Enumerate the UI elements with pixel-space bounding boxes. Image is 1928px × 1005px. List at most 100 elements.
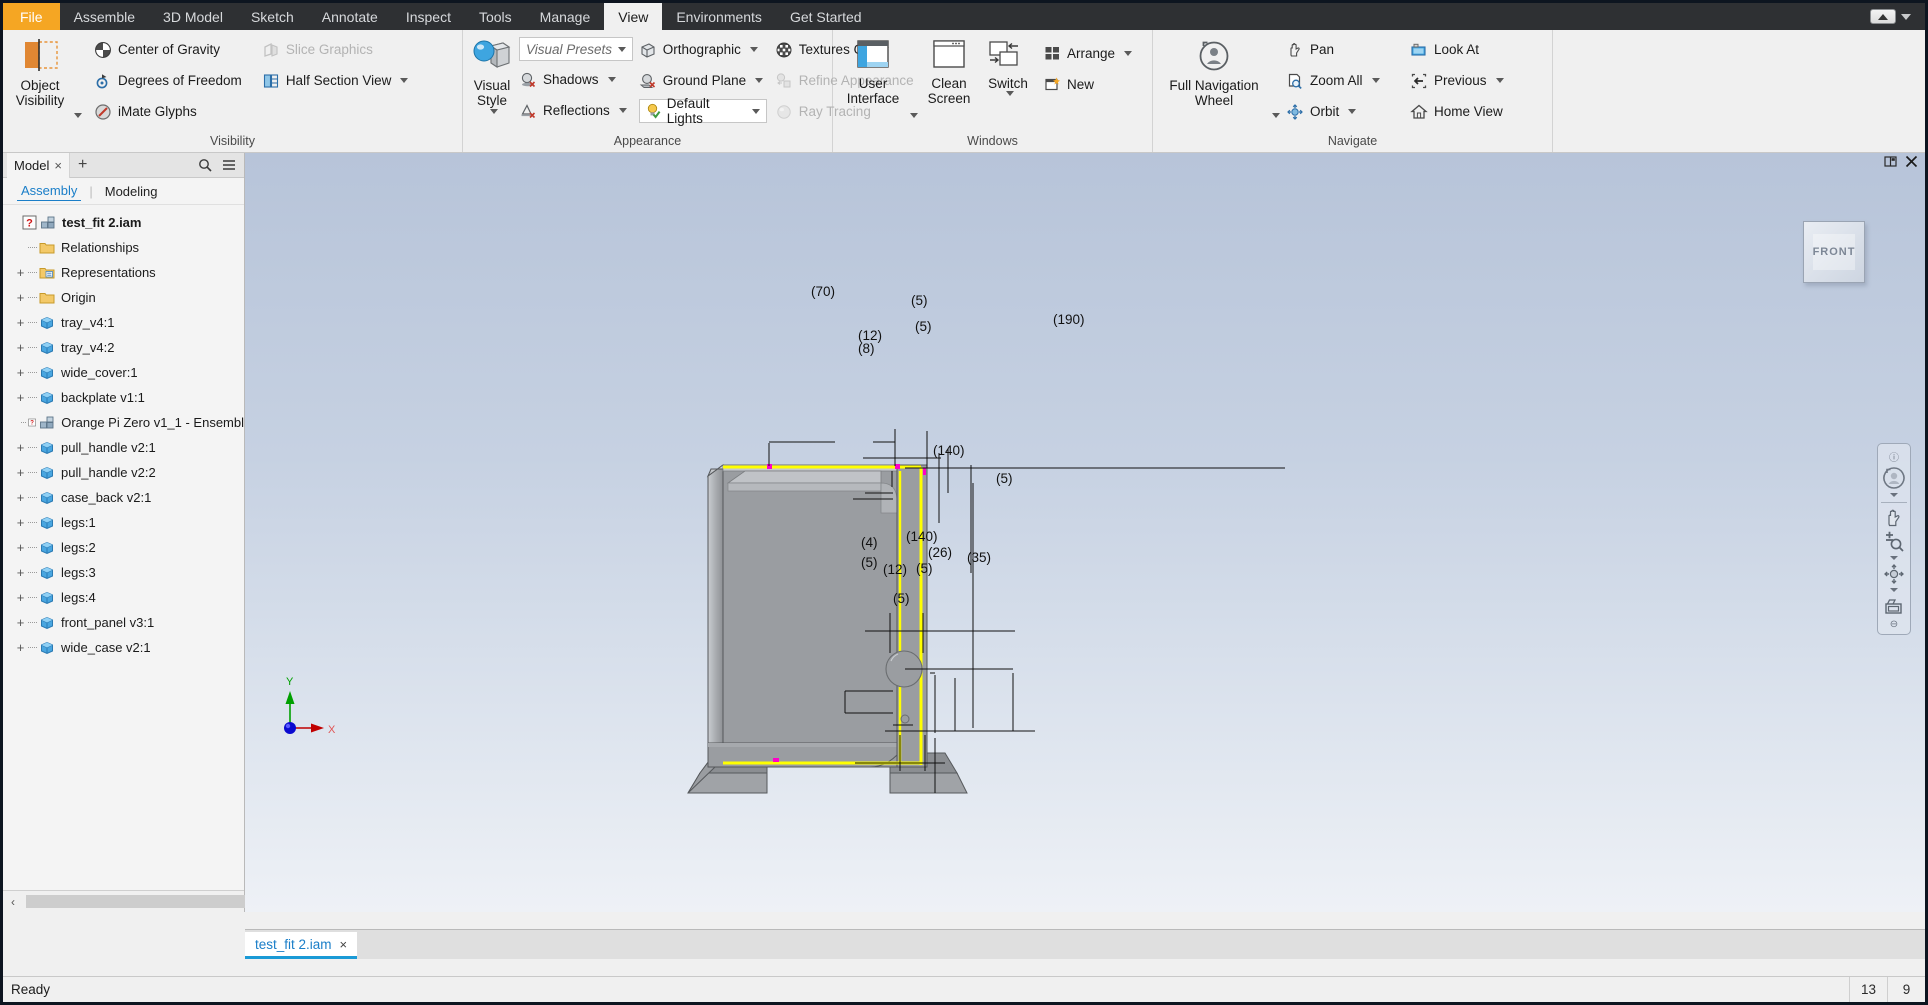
dimension-label[interactable]: (5)	[915, 319, 932, 334]
dimension-label[interactable]: (5)	[996, 471, 1013, 486]
menu-tab-inspect[interactable]: Inspect	[392, 3, 465, 30]
dimension-label[interactable]: (140)	[906, 529, 938, 544]
menu-tab-assemble[interactable]: Assemble	[60, 3, 149, 30]
dimension-label[interactable]: (140)	[933, 443, 965, 458]
half-section-view-button[interactable]: Half Section View	[256, 65, 415, 96]
expand-icon[interactable]: +	[13, 490, 28, 505]
tree-node-case-back-v2-1[interactable]: + case_back v2:1	[3, 485, 244, 510]
menu-tab-3d-model[interactable]: 3D Model	[149, 3, 237, 30]
expand-icon[interactable]: +	[13, 365, 28, 380]
tree-node-wide-cover-1[interactable]: + wide_cover:1	[3, 360, 244, 385]
tree-node-legs-4[interactable]: + legs:4	[3, 585, 244, 610]
qat-restore-button[interactable]	[1870, 9, 1896, 24]
ground-plane-button[interactable]: Ground Plane	[639, 65, 767, 96]
orbit-dropdown-icon[interactable]	[1348, 109, 1357, 114]
expand-icon[interactable]: +	[13, 515, 28, 530]
search-icon[interactable]	[198, 158, 212, 172]
look-at-button[interactable]: Look At	[1410, 34, 1510, 65]
qat-dropdown-icon[interactable]	[1901, 13, 1911, 20]
tree-node-tray-v4-2[interactable]: + tray_v4:2	[3, 335, 244, 360]
document-tab-test-fit[interactable]: test_fit 2.iam ×	[245, 932, 358, 959]
menu-tab-manage[interactable]: Manage	[526, 3, 605, 30]
hamburger-icon[interactable]	[222, 158, 236, 172]
center-of-gravity-button[interactable]: Center of Gravity	[88, 34, 248, 65]
dimension-label[interactable]: (5)	[911, 293, 928, 308]
shadows-button[interactable]: Shadows	[519, 64, 633, 95]
menu-tab-view[interactable]: View	[604, 3, 663, 30]
expand-icon[interactable]: +	[13, 390, 28, 405]
dimension-label[interactable]: (190)	[1053, 312, 1085, 327]
zoom-all-button[interactable]: Zoom All	[1286, 65, 1404, 96]
menu-tab-environments[interactable]: Environments	[662, 3, 776, 30]
ground-plane-dropdown-icon[interactable]	[755, 78, 764, 83]
expand-icon[interactable]: +	[13, 540, 28, 555]
menu-tab-tools[interactable]: Tools	[465, 3, 526, 30]
zoom-all-dropdown-icon[interactable]	[1371, 78, 1380, 83]
dimension-label[interactable]: (5)	[893, 591, 910, 606]
arrange-dropdown-icon[interactable]	[1124, 51, 1133, 56]
tree-node-origin[interactable]: + Origin	[3, 285, 244, 310]
close-icon[interactable]: ×	[340, 937, 348, 952]
visual-style-button[interactable]: Visual Style	[469, 34, 515, 115]
user-interface-button[interactable]: User Interface	[839, 34, 907, 106]
tree-node-pull-handle-v2-2[interactable]: + pull_handle v2:2	[3, 460, 244, 485]
tree-node-tray-v4-1[interactable]: + tray_v4:1	[3, 310, 244, 335]
expand-icon[interactable]: +	[13, 440, 28, 455]
new-window-button[interactable]: New	[1038, 69, 1138, 100]
orthographic-dropdown-icon[interactable]	[749, 47, 758, 52]
dimension-label[interactable]: (70)	[811, 284, 835, 299]
previous-view-button[interactable]: Previous	[1410, 65, 1510, 96]
close-icon[interactable]: ×	[54, 158, 62, 173]
dimension-label[interactable]: (8)	[858, 341, 875, 356]
menu-tab-get-started[interactable]: Get Started	[776, 3, 876, 30]
slice-graphics-button[interactable]: Slice Graphics	[256, 34, 415, 65]
object-visibility-button[interactable]: Object Visibility	[9, 34, 71, 108]
menu-tab-sketch[interactable]: Sketch	[237, 3, 308, 30]
home-view-button[interactable]: Home View	[1410, 96, 1510, 127]
tree-node-legs-3[interactable]: + legs:3	[3, 560, 244, 585]
orthographic-button[interactable]: Orthographic	[639, 34, 767, 65]
browser-tab-model[interactable]: Model ×	[7, 152, 71, 178]
switch-dropdown-icon[interactable]	[1005, 91, 1014, 97]
expand-icon[interactable]: +	[13, 465, 28, 480]
object-visibility-dropdown-icon[interactable]	[74, 113, 82, 118]
reflections-button[interactable]: Reflections	[519, 95, 633, 126]
imate-glyphs-button[interactable]: iMate Glyphs	[88, 96, 248, 127]
tree-node-relationships[interactable]: Relationships	[3, 235, 244, 260]
half-section-view-dropdown-icon[interactable]	[400, 78, 409, 83]
expand-icon[interactable]: +	[13, 290, 28, 305]
tree-node-representations[interactable]: + Representations	[3, 260, 244, 285]
expand-icon[interactable]: +	[13, 315, 28, 330]
visual-style-dropdown-icon[interactable]	[489, 109, 498, 115]
dimension-label[interactable]: (5)	[861, 555, 878, 570]
expand-icon[interactable]: +	[13, 340, 28, 355]
dimension-label[interactable]: (12)	[883, 562, 907, 577]
arrange-button[interactable]: Arrange	[1038, 38, 1138, 69]
scroll-left-icon[interactable]: ‹	[3, 895, 23, 909]
user-interface-dropdown-icon[interactable]	[910, 113, 918, 118]
expand-icon[interactable]: +	[13, 565, 28, 580]
tree-node-test-fit-2-iam[interactable]: ? test_fit 2.iam	[3, 210, 244, 235]
full-navigation-wheel-dropdown-icon[interactable]	[1272, 113, 1280, 118]
scroll-track[interactable]	[23, 895, 356, 908]
browser-horizontal-scrollbar[interactable]: ‹ ›	[3, 890, 356, 912]
graphics-viewport[interactable]: FRONT ⓘ ⊖ Y X (70) (5) (190) (5) (12) (8…	[245, 153, 1925, 912]
previous-view-dropdown-icon[interactable]	[1495, 78, 1504, 83]
shadows-dropdown-icon[interactable]	[607, 77, 616, 82]
dimension-label[interactable]: (26)	[928, 545, 952, 560]
switch-button[interactable]: Switch	[980, 34, 1036, 97]
clean-screen-button[interactable]: Clean Screen	[918, 34, 980, 106]
dimension-label[interactable]: (35)	[967, 550, 991, 565]
tree-node-legs-1[interactable]: + legs:1	[3, 510, 244, 535]
menu-tab-annotate[interactable]: Annotate	[308, 3, 392, 30]
menu-file[interactable]: File	[3, 3, 60, 30]
reflections-dropdown-icon[interactable]	[618, 108, 627, 113]
tree-node-wide-case-v2-1[interactable]: + wide_case v2:1	[3, 635, 244, 660]
expand-icon[interactable]: +	[13, 590, 28, 605]
pan-button[interactable]: Pan	[1286, 34, 1404, 65]
expand-icon[interactable]: +	[13, 615, 28, 630]
subtab-assembly[interactable]: Assembly	[17, 181, 82, 201]
tree-node-front-panel-v3-1[interactable]: + front_panel v3:1	[3, 610, 244, 635]
tree-node-pull-handle-v2-1[interactable]: + pull_handle v2:1	[3, 435, 244, 460]
full-navigation-wheel-button[interactable]: Full Navigation Wheel	[1159, 34, 1269, 108]
